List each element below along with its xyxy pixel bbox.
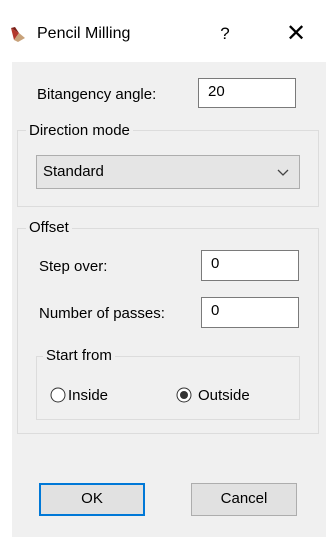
bitangency-angle-label: Bitangency angle: [37, 86, 157, 103]
radio-outside-label: Outside [198, 387, 250, 404]
help-button[interactable]: ? [210, 20, 240, 48]
radio-inside-option[interactable]: Inside [50, 385, 140, 407]
radio-checked-icon [176, 387, 192, 403]
dialog-client-area: Bitangency angle: 20 Direction mode Stan… [12, 62, 326, 537]
start-from-legend: Start from [43, 347, 115, 365]
bitangency-angle-input[interactable]: 20 [198, 78, 296, 108]
direction-mode-legend: Direction mode [26, 122, 133, 140]
chevron-down-icon [276, 165, 290, 179]
ok-button[interactable]: OK [39, 483, 145, 516]
radio-inside-label: Inside [68, 387, 109, 404]
number-of-passes-label: Number of passes: [39, 305, 165, 322]
window-title: Pencil Milling [37, 25, 131, 42]
radio-unchecked-icon [50, 387, 66, 403]
pencil-milling-app-icon [9, 25, 31, 43]
direction-mode-selected-value: Standard [43, 163, 104, 180]
number-of-passes-input[interactable]: 0 [201, 297, 299, 328]
radio-outside-option[interactable]: Outside [176, 385, 286, 407]
close-button[interactable]: ✕ [278, 18, 314, 50]
step-over-label: Step over: [39, 258, 108, 275]
step-over-input[interactable]: 0 [201, 250, 299, 281]
offset-legend: Offset [26, 219, 72, 237]
title-bar[interactable]: Pencil Milling ? ✕ [0, 0, 327, 60]
direction-mode-dropdown[interactable]: Standard [36, 155, 300, 189]
cancel-button[interactable]: Cancel [191, 483, 297, 516]
